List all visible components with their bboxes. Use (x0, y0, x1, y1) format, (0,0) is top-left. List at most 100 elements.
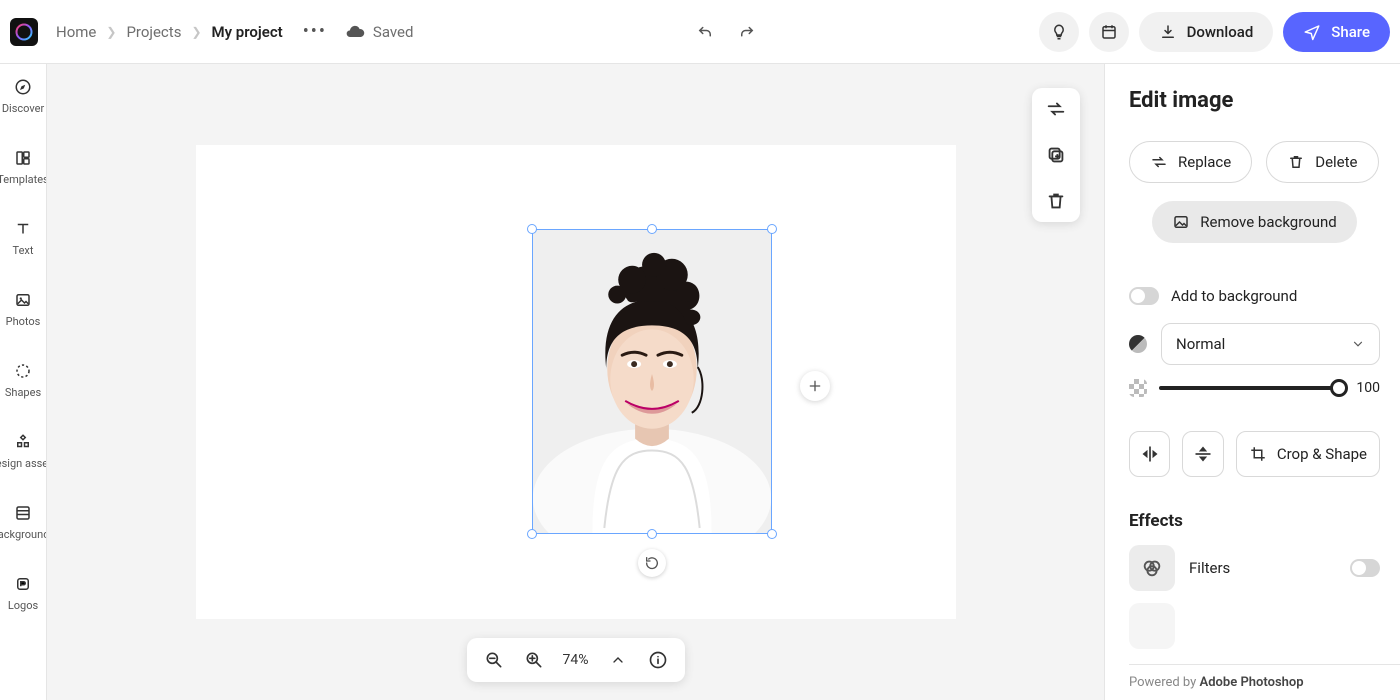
more-options-button[interactable]: ••• (303, 21, 327, 42)
flip-vertical-button[interactable] (1182, 431, 1223, 477)
selected-image[interactable] (532, 229, 772, 534)
zoom-bar: 74% (467, 638, 685, 682)
share-label: Share (1331, 23, 1370, 41)
rail-discover[interactable]: Discover (0, 78, 47, 115)
resize-handle-bm[interactable] (647, 529, 657, 539)
templates-icon (14, 149, 32, 167)
canvas-mini-toolbar (1032, 88, 1080, 222)
image-remove-icon (1172, 213, 1190, 231)
app-logo[interactable] (10, 18, 38, 46)
opacity-slider-thumb[interactable] (1330, 379, 1348, 397)
logos-icon (14, 575, 32, 593)
filters-toggle[interactable] (1350, 559, 1380, 577)
rail-logos[interactable]: Logos (0, 575, 47, 612)
filters-label: Filters (1189, 559, 1336, 577)
backgrounds-icon (14, 504, 32, 522)
blend-mode-icon (1129, 335, 1147, 353)
add-to-background-row: Add to background (1129, 287, 1380, 305)
tips-button[interactable] (1039, 12, 1079, 52)
replace-button[interactable]: Replace (1129, 141, 1252, 183)
adobe-express-logo-icon (14, 22, 34, 42)
calendar-icon (1100, 23, 1118, 41)
zoom-value: 74% (563, 652, 589, 668)
flip-horizontal-icon (1140, 444, 1160, 464)
chevron-down-icon (1351, 337, 1365, 351)
breadcrumb-current[interactable]: My project (212, 23, 283, 41)
remove-background-button[interactable]: Remove background (1152, 201, 1356, 243)
chevron-right-icon: ❯ (106, 25, 116, 39)
inspector-panel: Edit image Replace Delete Remove backgro… (1104, 64, 1400, 700)
rail-text[interactable]: Text (0, 220, 47, 257)
powered-by-footer: Powered by Adobe Photoshop (1129, 664, 1400, 690)
powered-by-brand: Adobe Photoshop (1200, 675, 1304, 690)
image-actions-row: Replace Delete (1129, 141, 1380, 183)
resize-handle-tl[interactable] (527, 224, 537, 234)
delete-button[interactable]: Delete (1266, 141, 1378, 183)
calendar-button[interactable] (1089, 12, 1129, 52)
resize-handle-bl[interactable] (527, 529, 537, 539)
download-icon (1159, 23, 1177, 41)
trash-icon (1287, 153, 1305, 171)
filters-icon (1141, 557, 1163, 579)
text-icon (14, 220, 32, 238)
redo-button[interactable] (735, 20, 759, 44)
filters-row[interactable]: Filters (1129, 545, 1380, 591)
crop-shape-button[interactable]: Crop & Shape (1236, 431, 1380, 477)
effects-section-title: Effects (1129, 511, 1380, 531)
transparency-icon (1129, 379, 1147, 397)
canvas-info-button[interactable] (647, 649, 669, 671)
blend-mode-select[interactable]: Normal (1161, 323, 1380, 365)
zoom-in-button[interactable] (523, 649, 545, 671)
swap-icon (1150, 153, 1168, 171)
rail-photos[interactable]: Photos (0, 291, 47, 328)
rotate-handle[interactable] (638, 549, 666, 577)
duplicate-icon[interactable] (1045, 144, 1067, 166)
blend-mode-row: Normal (1129, 323, 1380, 365)
cloud-icon (345, 22, 365, 42)
opacity-row: 100 (1129, 379, 1380, 397)
info-icon (648, 650, 668, 670)
zoom-menu-button[interactable] (607, 649, 629, 671)
artboard[interactable] (196, 145, 956, 619)
lightbulb-icon (1050, 23, 1068, 41)
filters-thumbnail (1129, 545, 1175, 591)
save-status: Saved (345, 22, 414, 42)
photo-icon (14, 291, 32, 309)
resize-handle-br[interactable] (767, 529, 777, 539)
compass-icon (14, 78, 32, 96)
send-icon (1303, 23, 1321, 41)
undo-button[interactable] (693, 20, 717, 44)
canvas-area[interactable]: 74% (47, 64, 1104, 700)
panel-title: Edit image (1129, 88, 1380, 113)
save-status-label: Saved (373, 23, 414, 41)
zoom-out-button[interactable] (483, 649, 505, 671)
opacity-slider[interactable] (1159, 386, 1340, 390)
chevron-right-icon: ❯ (191, 25, 201, 39)
rail-templates[interactable]: Templates (0, 149, 47, 186)
rail-design-assets[interactable]: Design assets (0, 433, 47, 470)
breadcrumb: Home ❯ Projects ❯ My project (56, 23, 283, 41)
resize-handle-tm[interactable] (647, 224, 657, 234)
plus-move-icon (807, 378, 823, 394)
add-element-button[interactable] (800, 371, 830, 401)
download-button[interactable]: Download (1139, 12, 1274, 52)
history-controls (413, 20, 1038, 44)
crop-icon (1249, 445, 1267, 463)
download-label: Download (1187, 23, 1254, 41)
rail-backgrounds[interactable]: Backgrounds (0, 504, 47, 541)
add-to-background-label: Add to background (1171, 287, 1297, 305)
breadcrumb-projects[interactable]: Projects (126, 23, 181, 41)
trash-icon[interactable] (1045, 190, 1067, 212)
chevron-up-icon (610, 652, 626, 668)
effects-row-more[interactable] (1129, 603, 1380, 649)
rotate-icon (644, 555, 660, 571)
remove-bg-row: Remove background (1129, 201, 1380, 243)
swap-horizontal-icon[interactable] (1045, 98, 1067, 120)
portrait-image (533, 230, 771, 533)
resize-handle-tr[interactable] (767, 224, 777, 234)
share-button[interactable]: Share (1283, 12, 1390, 52)
breadcrumb-home[interactable]: Home (56, 23, 96, 41)
rail-shapes[interactable]: Shapes (0, 362, 47, 399)
flip-horizontal-button[interactable] (1129, 431, 1170, 477)
add-to-background-toggle[interactable] (1129, 287, 1159, 305)
